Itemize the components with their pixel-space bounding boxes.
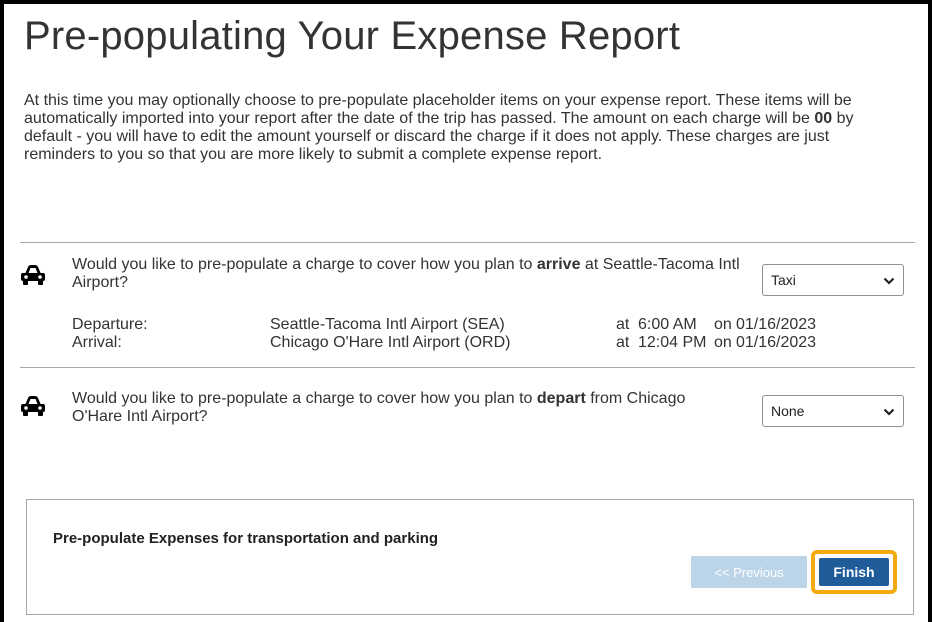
page-title: Pre-populating Your Expense Report (24, 14, 681, 58)
car-icon (21, 265, 45, 285)
flight-at: at (616, 316, 630, 333)
chevron-down-icon (883, 277, 895, 285)
wizard-frame: Pre-populating Your Expense Report At th… (0, 0, 932, 622)
arrive-keyword: arrive (536, 256, 581, 273)
previous-button[interactable]: << Previous (691, 556, 807, 588)
depart-question: Would you like to pre-populate a charge … (72, 390, 686, 425)
finish-button[interactable]: Finish (819, 558, 889, 586)
flight-time: 12:04 PM (638, 334, 707, 351)
flight-airport: Seattle-Tacoma Intl Airport (SEA) (270, 316, 505, 333)
flight-on: on (714, 316, 732, 333)
section-divider (20, 242, 915, 243)
depart-transport-select[interactable]: None (762, 395, 904, 427)
flight-date: 01/16/2023 (736, 334, 817, 351)
finish-highlight: Finish (811, 550, 897, 594)
arrive-question: Would you like to pre-populate a charge … (72, 256, 740, 291)
depart-transport-value: None (771, 403, 805, 419)
flight-time: 6:00 AM (638, 316, 697, 333)
panel-title: Pre-populate Expenses for transportation… (53, 530, 439, 547)
car-icon (21, 396, 45, 416)
flight-airport: Chicago O'Hare Intl Airport (ORD) (270, 334, 511, 351)
arrive-transport-value: Taxi (771, 272, 796, 288)
flight-label: Arrival: (72, 334, 122, 351)
depart-keyword: depart (536, 390, 586, 407)
intro-text: At this time you may optionally choose t… (24, 92, 854, 163)
flight-at: at (616, 334, 630, 351)
flight-label: Departure: (72, 316, 148, 333)
section-divider (20, 367, 915, 368)
arrive-transport-select[interactable]: Taxi (762, 264, 904, 296)
chevron-down-icon (883, 408, 895, 416)
flight-on: on (714, 334, 732, 351)
footer-panel: Pre-populate Expenses for transportation… (26, 499, 914, 615)
default-amount: 00 (814, 110, 833, 127)
flight-date: 01/16/2023 (736, 316, 817, 333)
